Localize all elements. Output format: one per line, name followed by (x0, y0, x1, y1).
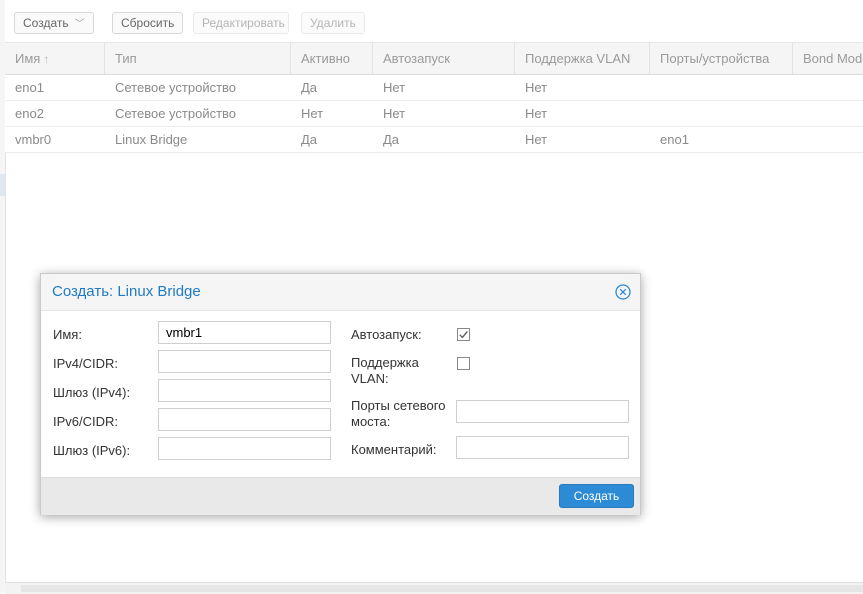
grid-header: Имя ↑ Тип Активно Автозапуск Поддержка VL… (5, 42, 863, 75)
chevron-down-icon: ﹀ (74, 19, 85, 30)
table-row[interactable]: eno1 Сетевое устройство Да Нет Нет (5, 75, 863, 101)
ipv4-label: IPv4/CIDR: (53, 356, 119, 371)
cell-vlan: Нет (525, 132, 548, 147)
cell-autostart: Нет (383, 80, 406, 95)
table-row[interactable]: eno2 Сетевое устройство Нет Нет Нет (5, 101, 863, 127)
delete-button[interactable]: Удалить (301, 12, 365, 34)
cell-vlan: Нет (525, 106, 548, 121)
vlan-aware-label: Поддержка VLAN: (351, 355, 419, 386)
create-linux-bridge-dialog: Создать: Linux Bridge Имя: IPv4/CIDR: Шл… (40, 273, 641, 515)
ipv6-cidr-input[interactable] (158, 408, 331, 431)
cell-type: Сетевое устройство (115, 80, 237, 95)
autostart-checkbox[interactable] (457, 328, 470, 341)
comment-input[interactable] (456, 436, 629, 459)
edit-button[interactable]: Редактировать (193, 12, 289, 34)
cell-name: eno2 (15, 106, 44, 121)
toolbar: Создать ﹀ Сбросить Редактировать Удалить (5, 0, 863, 42)
gateway-ipv4-input[interactable] (158, 379, 331, 402)
create-button-label: Создать (23, 16, 69, 30)
left-panel-selection (0, 174, 5, 196)
column-header-vlan[interactable]: Поддержка VLAN (515, 43, 650, 74)
reset-button[interactable]: Сбросить (112, 12, 183, 34)
ipv6-label: IPv6/CIDR: (53, 414, 119, 429)
sort-ascending-icon: ↑ (43, 52, 50, 66)
autostart-label: Автозапуск: (351, 327, 422, 342)
close-button[interactable] (615, 284, 631, 300)
bridge-ports-label: Порты сетевого моста: (351, 398, 446, 429)
column-header-autostart[interactable]: Автозапуск (373, 43, 515, 74)
cell-type: Linux Bridge (115, 132, 188, 147)
column-header-active[interactable]: Активно (291, 43, 373, 74)
gateway-ipv4-label: Шлюз (IPv4): (53, 385, 131, 400)
column-header-bond-mode[interactable]: Bond Mode (793, 43, 863, 74)
cell-ports (650, 75, 660, 100)
cell-name: vmbr0 (15, 132, 52, 147)
vlan-aware-checkbox[interactable] (457, 357, 470, 370)
comment-label: Комментарий: (351, 442, 437, 457)
cell-name: eno1 (15, 80, 44, 95)
name-input[interactable] (158, 321, 331, 344)
column-header-ports[interactable]: Порты/устройства (650, 43, 793, 74)
horizontal-scrollbar[interactable] (5, 582, 863, 594)
table-row[interactable]: vmbr0 Linux Bridge Да Да Нет eno1 (5, 127, 863, 153)
gateway-ipv6-input[interactable] (158, 437, 331, 460)
cell-autostart: Нет (383, 106, 406, 121)
cell-autostart: Да (383, 132, 400, 147)
bridge-ports-input[interactable] (456, 400, 629, 423)
ipv4-cidr-input[interactable] (158, 350, 331, 373)
close-circle-icon (615, 284, 631, 300)
network-grid: Имя ↑ Тип Активно Автозапуск Поддержка VL… (5, 42, 863, 153)
cell-ports (650, 101, 660, 126)
dialog-create-button[interactable]: Создать (559, 484, 634, 508)
name-label: Имя: (53, 327, 82, 342)
column-header-type[interactable]: Тип (105, 43, 291, 74)
cell-active: Да (301, 132, 318, 147)
cell-active: Да (301, 80, 318, 95)
create-button[interactable]: Создать ﹀ (14, 12, 94, 34)
dialog-title: Создать: Linux Bridge (52, 283, 201, 300)
cell-type: Сетевое устройство (115, 106, 237, 121)
column-header-name[interactable]: Имя ↑ (5, 43, 105, 74)
cell-active: Нет (301, 106, 324, 121)
checkmark-icon (459, 330, 468, 339)
gateway-ipv6-label: Шлюз (IPv6): (53, 443, 131, 458)
dialog-header: Создать: Linux Bridge (41, 274, 640, 311)
cell-ports: eno1 (660, 132, 689, 147)
cell-vlan: Нет (525, 80, 548, 95)
dialog-footer: Создать (41, 477, 640, 515)
scrollbar-thumb[interactable] (21, 585, 863, 592)
